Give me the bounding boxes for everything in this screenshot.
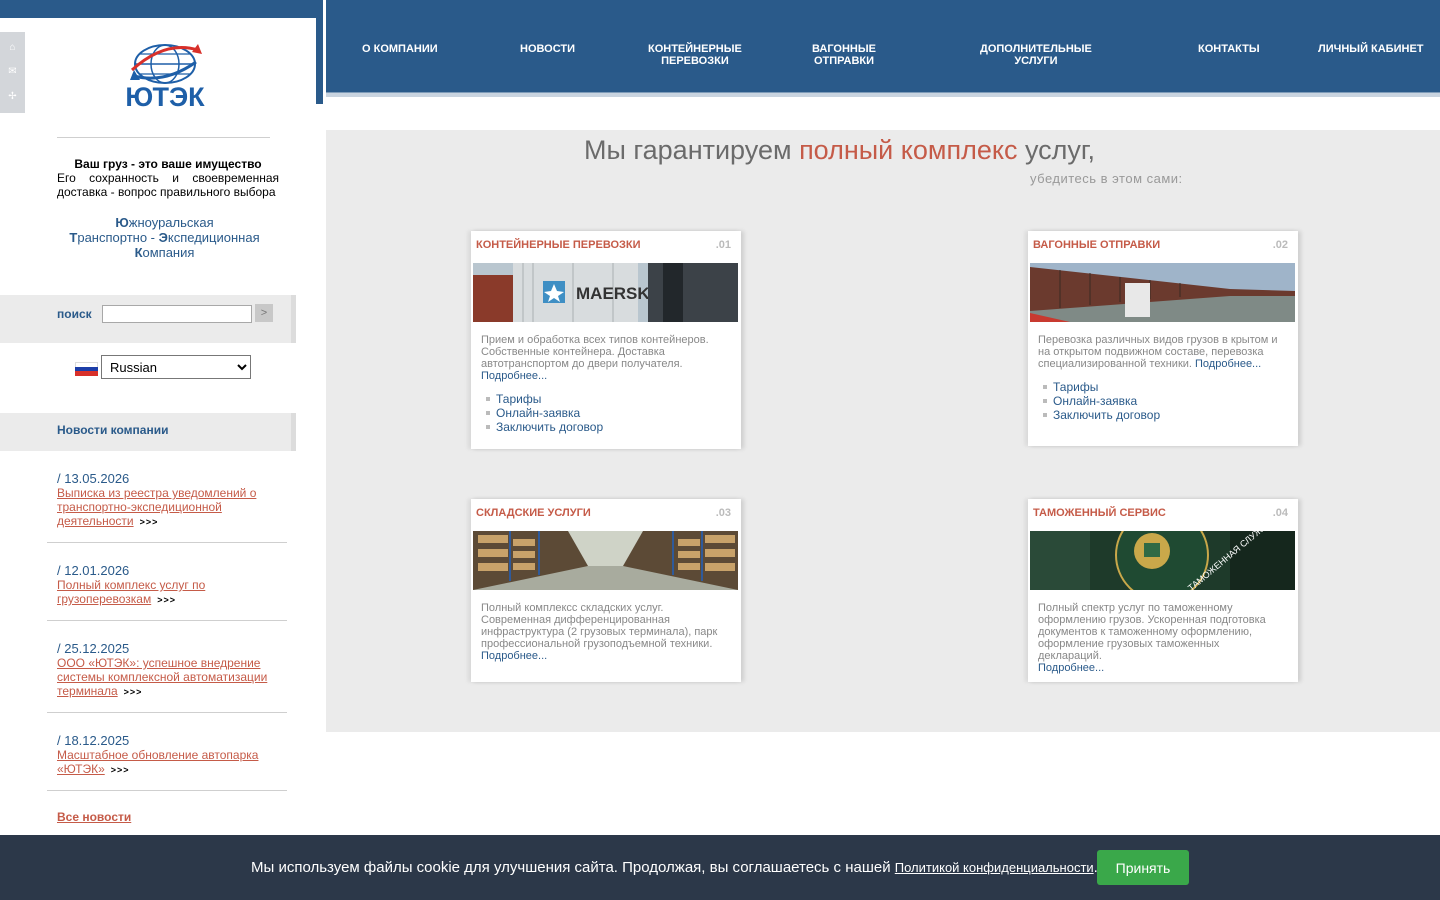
cookie-banner: Мы используем файлы cookie для улучшения… [0, 835, 1440, 900]
main-nav: О КОМПАНИИ НОВОСТИ КОНТЕЙНЕРНЫЕ ПЕРЕВОЗКИ… [326, 0, 1440, 93]
nav-wagon-shipments[interactable]: ВАГОННЫЕ ОТПРАВКИ [812, 43, 876, 67]
home-icon[interactable]: ⌂ [9, 43, 15, 53]
accept-cookies-button[interactable]: Принять [1097, 850, 1189, 885]
nav-extra-services[interactable]: ДОПОЛНИТЕЛЬНЫЕ УСЛУГИ [980, 43, 1092, 67]
services-section: Мы гарантируем полный комплекс услуг, уб… [326, 130, 1440, 732]
service-card-wagons: ВАГОННЫЕ ОТПРАВКИ .02 Перевозка различны… [1028, 231, 1298, 446]
quick-icons: ⌂ ✉ ✢ [0, 32, 25, 113]
news-more[interactable]: >>> [140, 517, 159, 527]
card-number: .02 [1272, 239, 1288, 251]
news-item: / 25.12.2025 ООО «ЮТЭК»: успешное внедре… [47, 621, 287, 713]
nav-news[interactable]: НОВОСТИ [520, 43, 575, 55]
headline: Мы гарантируем полный комплекс услуг, [584, 135, 1095, 165]
nav-personal-cabinet[interactable]: ЛИЧНЫЙ КАБИНЕТ [1318, 43, 1424, 55]
warehouse-image[interactable] [473, 531, 738, 590]
cookie-text: Мы используем файлы cookie для улучшения… [251, 859, 1098, 876]
wagons-image[interactable] [1030, 263, 1295, 322]
news-list: / 13.05.2026 Выписка из реестра уведомле… [47, 465, 296, 791]
news-link[interactable]: Полный комплекс услуг по грузоперевозкам [57, 578, 205, 606]
containers-image[interactable]: MAERSK SEALAND [473, 263, 738, 322]
news-header-label[interactable]: Новости компании [57, 423, 168, 437]
sitemap-icon[interactable]: ✢ [8, 91, 16, 102]
card-description: Полный спектр услуг по таможенному оформ… [1038, 602, 1266, 674]
news-header: Новости компании [0, 413, 296, 451]
card-title[interactable]: ВАГОННЫЕ ОТПРАВКИ [1033, 239, 1160, 251]
search-button[interactable]: > [255, 304, 273, 322]
nav-about[interactable]: О КОМПАНИИ [362, 43, 438, 55]
logo-text: ЮТЭК [125, 82, 205, 112]
customs-image[interactable]: ТАМОЖЕННАЯ СЛУЖБА [1030, 531, 1295, 590]
news-more[interactable]: >>> [111, 765, 130, 775]
nav-contacts[interactable]: КОНТАКТЫ [1198, 43, 1260, 55]
mail-icon[interactable]: ✉ [8, 67, 16, 77]
online-request-link[interactable]: Онлайн-заявка [486, 406, 603, 420]
contract-link[interactable]: Заключить договор [1043, 408, 1160, 422]
news-link[interactable]: ООО «ЮТЭК»: успешное внедрение системы к… [57, 656, 267, 698]
card-title[interactable]: СКЛАДСКИЕ УСЛУГИ [476, 507, 591, 519]
news-date: / 18.12.2025 [57, 733, 130, 748]
card-title[interactable]: ТАМОЖЕННЫЙ СЕРВИС [1033, 507, 1166, 519]
slogan-text: Его сохранность и своевременная доставка… [57, 171, 279, 199]
logo[interactable]: ЮТЭК [110, 40, 220, 130]
card-more-link[interactable]: Подробнее... [481, 370, 547, 382]
news-date: / 13.05.2026 [57, 471, 130, 486]
search-input[interactable] [102, 305, 252, 323]
company-full-name: Южноуральская Транспортно - Экспедиционн… [69, 215, 260, 260]
privacy-policy-link[interactable]: Политикой конфиденциальности [895, 860, 1094, 875]
card-description: Перевозка различных видов грузов в крыто… [1038, 334, 1278, 370]
card-description: Полный комплексс складских услуг. Соврем… [481, 602, 718, 662]
news-item: / 13.05.2026 Выписка из реестра уведомле… [47, 465, 287, 543]
slogan: Ваш груз - это ваше имущество Его сохран… [57, 157, 279, 199]
news-item: / 12.01.2026 Полный комплекс услуг по гр… [47, 543, 287, 621]
divider [57, 137, 270, 138]
card-more-link[interactable]: Подробнее... [1195, 358, 1261, 370]
online-request-link[interactable]: Онлайн-заявка [1043, 394, 1160, 408]
slogan-title: Ваш груз - это ваше имущество [74, 157, 262, 171]
service-card-warehouse: СКЛАДСКИЕ УСЛУГИ .03 Полный комплексс ск… [471, 499, 741, 682]
all-news-link[interactable]: Все новости [57, 810, 131, 824]
left-top-bar [0, 0, 323, 18]
card-number: .01 [715, 239, 731, 251]
search-label: поиск [57, 307, 92, 321]
service-card-containers: КОНТЕЙНЕРНЫЕ ПЕРЕВОЗКИ .01 MAERSK SEALAN… [471, 231, 741, 449]
news-more[interactable]: >>> [157, 595, 176, 605]
search-box: поиск > [0, 295, 296, 343]
subheadline: убедитесь в этом сами: [1030, 171, 1183, 186]
service-card-customs: ТАМОЖЕННЫЙ СЕРВИС .04 ТАМОЖЕННАЯ СЛУЖБА … [1028, 499, 1298, 682]
nav-container-transport[interactable]: КОНТЕЙНЕРНЫЕ ПЕРЕВОЗКИ [648, 43, 742, 67]
news-link[interactable]: Масштабное обновление автопарка «ЮТЭК» [57, 748, 258, 776]
news-date: / 25.12.2025 [57, 641, 130, 656]
news-date: / 12.01.2026 [57, 563, 130, 578]
card-number: .03 [715, 507, 731, 519]
card-more-link[interactable]: Подробнее... [1038, 662, 1104, 674]
globe-icon [130, 44, 202, 84]
left-panel-edge [316, 18, 323, 104]
tariffs-link[interactable]: Тарифы [486, 392, 603, 406]
russia-flag-icon [75, 362, 98, 376]
card-description: Прием и обработка всех типов контейнеров… [481, 334, 709, 382]
news-more[interactable]: >>> [124, 687, 143, 697]
contract-link[interactable]: Заключить договор [486, 420, 603, 434]
card-links: Тарифы Онлайн-заявка Заключить договор [486, 392, 603, 434]
nav-bottom-stripe [326, 93, 1440, 97]
card-number: .04 [1272, 507, 1288, 519]
language-select[interactable]: Russian [101, 355, 251, 379]
tariffs-link[interactable]: Тарифы [1043, 380, 1160, 394]
card-links: Тарифы Онлайн-заявка Заключить договор [1043, 380, 1160, 422]
card-more-link[interactable]: Подробнее... [481, 650, 547, 662]
card-title[interactable]: КОНТЕЙНЕРНЫЕ ПЕРЕВОЗКИ [476, 239, 641, 251]
news-item: / 18.12.2025 Масштабное обновление автоп… [47, 713, 287, 791]
